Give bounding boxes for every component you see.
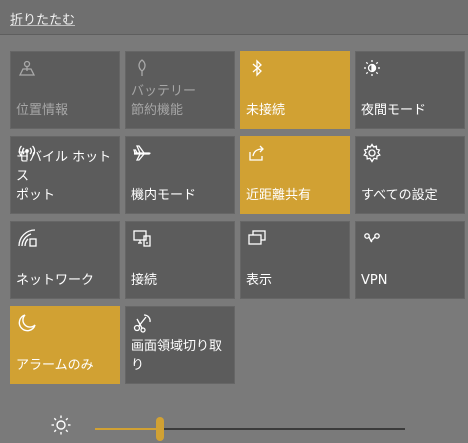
night-light-icon — [362, 58, 382, 78]
sun-icon — [50, 414, 72, 436]
tile-snip[interactable]: 画面領域切り取 り — [125, 306, 235, 384]
tile-location[interactable]: 位置情報 — [10, 51, 120, 129]
network-icon — [17, 228, 37, 248]
tile-label: VPN — [361, 273, 388, 288]
connect-icon — [132, 228, 152, 248]
tile-bluetooth[interactable]: 未接続 — [240, 51, 350, 129]
tile-label: 夜間モード — [361, 103, 427, 118]
battery-saver-icon — [132, 58, 152, 78]
tile-label: 近距離共有 — [246, 188, 312, 203]
tile-label: 接続 — [131, 273, 158, 288]
tile-label: 機内モード — [131, 188, 197, 203]
gear-icon — [362, 143, 382, 163]
snip-icon — [132, 313, 152, 333]
project-icon — [247, 228, 267, 248]
tile-gear[interactable]: すべての設定 — [355, 136, 465, 214]
brightness-track[interactable] — [95, 417, 405, 441]
tile-moon[interactable]: アラームのみ — [10, 306, 120, 384]
tile-vpn[interactable]: VPN — [355, 221, 465, 299]
tile-mobile-hotspot[interactable]: モバイル ホットス ポット — [10, 136, 120, 214]
tile-label: すべての設定 — [361, 188, 438, 203]
tile-airplane[interactable]: 機内モード — [125, 136, 235, 214]
collapse-link[interactable]: 折りたたむ — [10, 9, 75, 28]
action-center-header: 折りたたむ — [0, 0, 468, 35]
airplane-icon — [132, 143, 152, 163]
tile-label: バッテリー 節約機能 — [131, 84, 197, 118]
tile-label: ネットワーク — [16, 273, 95, 288]
tile-label: 画面領域切り取 り — [131, 339, 223, 373]
vpn-icon — [362, 228, 382, 248]
brightness-thumb[interactable] — [156, 417, 165, 441]
tile-label: モバイル ホットス ポット — [16, 150, 112, 203]
tile-night-light[interactable]: 夜間モード — [355, 51, 465, 129]
brightness-slider-row — [0, 405, 468, 443]
tile-battery-saver[interactable]: バッテリー 節約機能 — [125, 51, 235, 129]
tile-label: 表示 — [246, 273, 273, 288]
brightness-fill — [95, 428, 161, 430]
tile-label: 未接続 — [246, 103, 286, 118]
tile-project[interactable]: 表示 — [240, 221, 350, 299]
tile-label: アラームのみ — [16, 358, 94, 373]
moon-icon — [17, 313, 37, 333]
tile-connect[interactable]: 接続 — [125, 221, 235, 299]
nearby-share-icon — [247, 143, 267, 163]
tile-network[interactable]: ネットワーク — [10, 221, 120, 299]
location-icon — [17, 58, 37, 78]
bluetooth-icon — [247, 58, 267, 78]
tile-label: 位置情報 — [16, 103, 69, 118]
tile-nearby-share[interactable]: 近距離共有 — [240, 136, 350, 214]
